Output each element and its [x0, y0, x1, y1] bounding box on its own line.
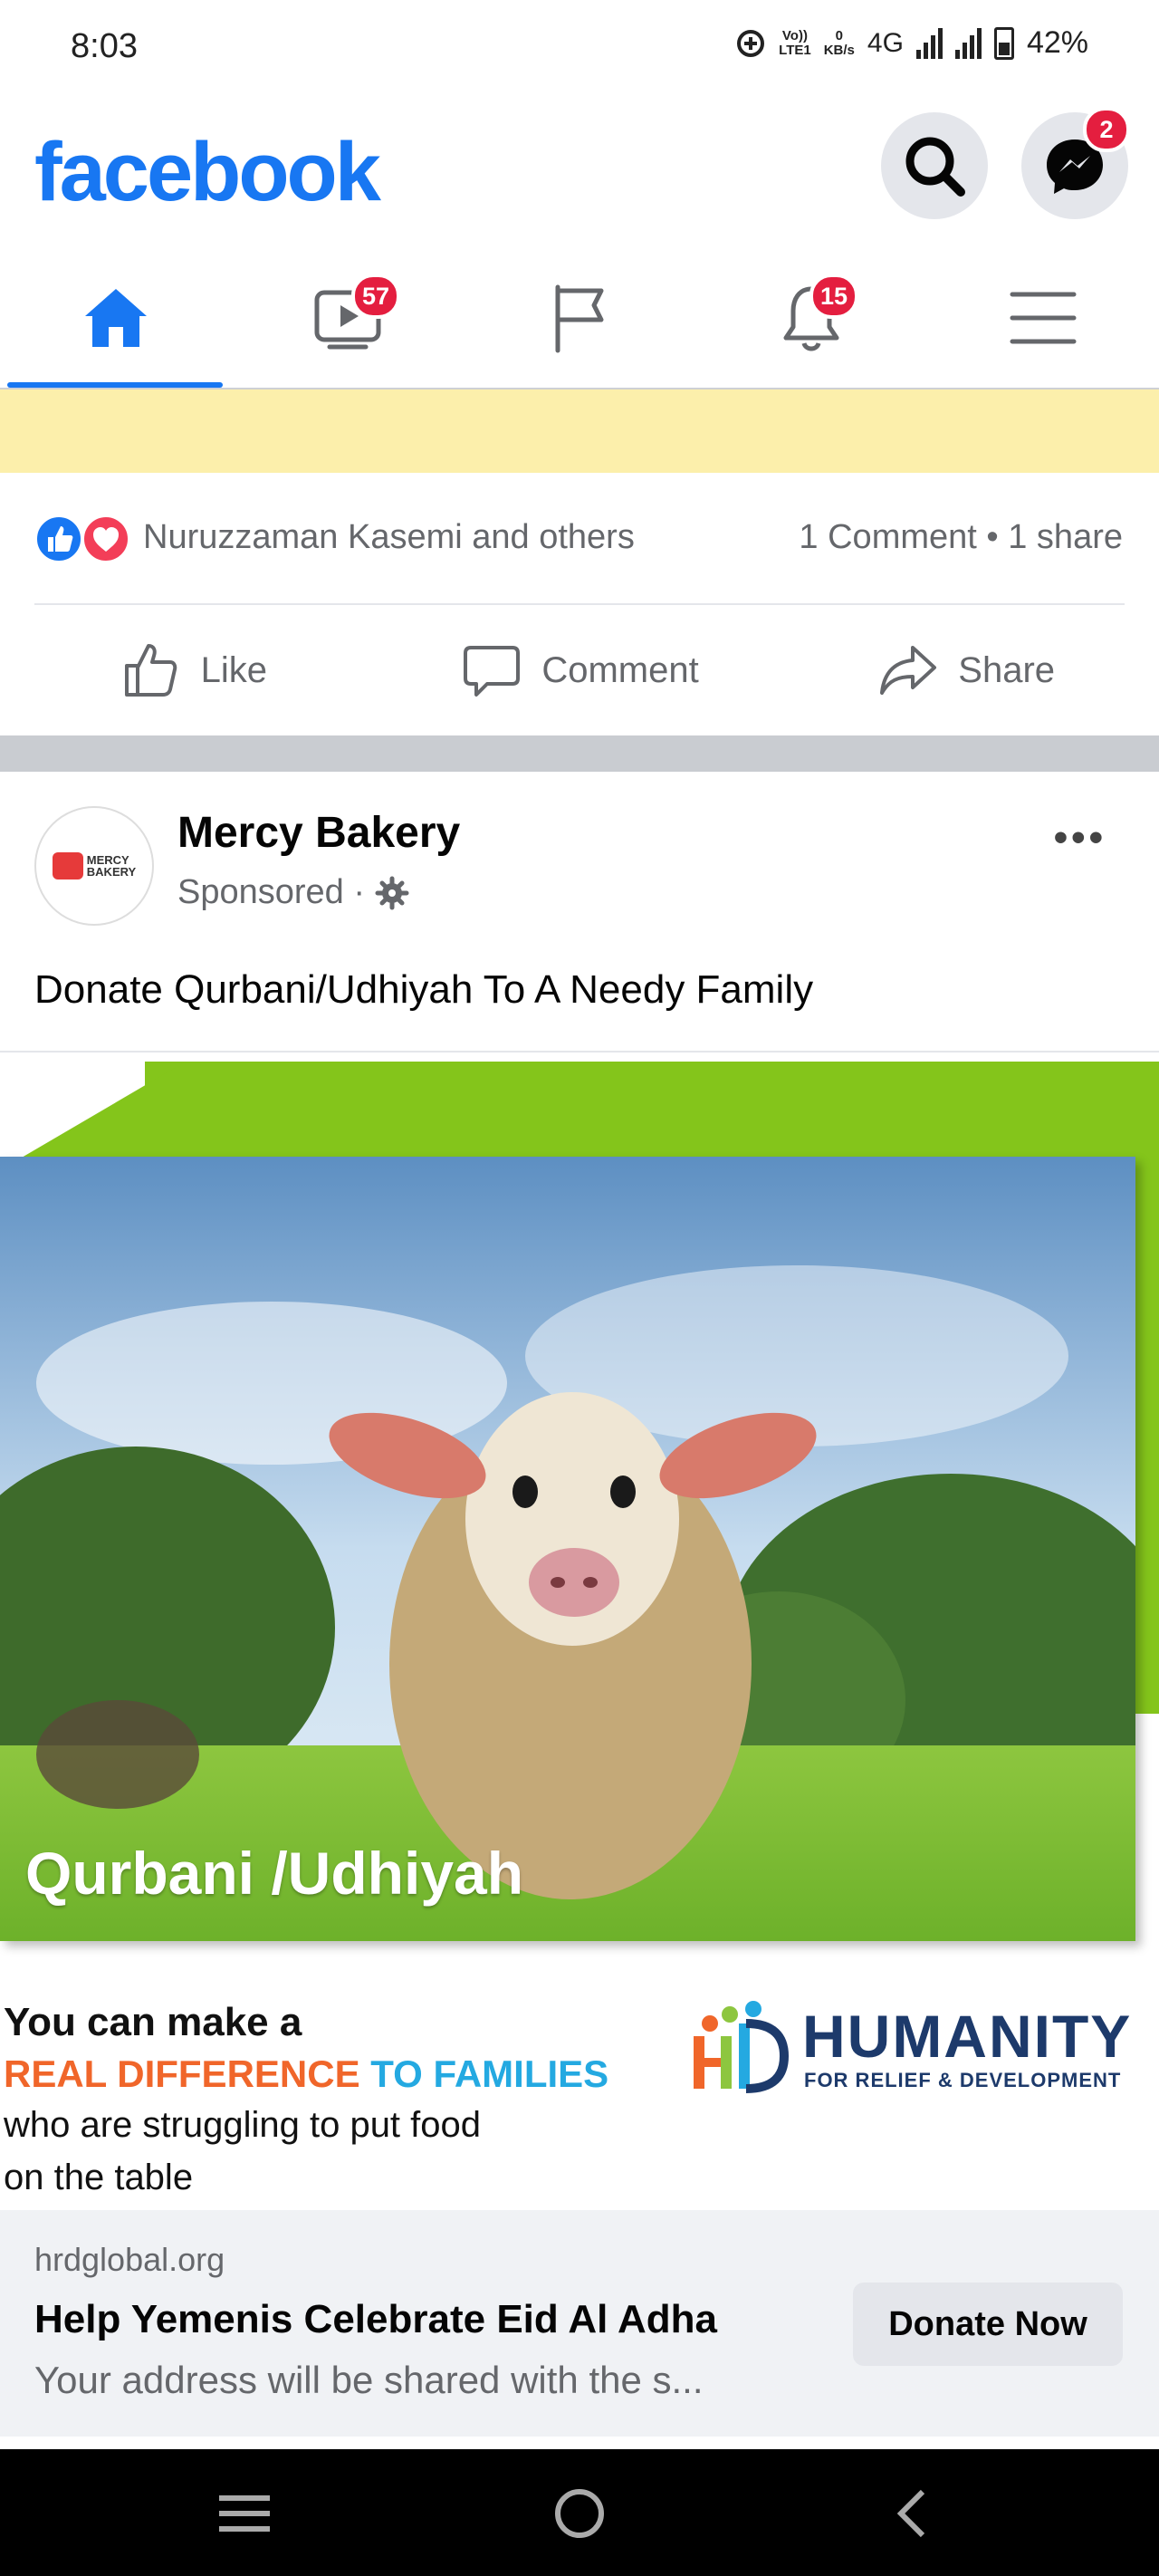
- share-icon: [880, 646, 937, 695]
- data-saver-icon: [737, 29, 765, 57]
- notice-banner: [0, 389, 1159, 473]
- volte-indicator: Vo)) LTE1: [779, 27, 811, 58]
- like-reaction-icon: [34, 514, 83, 563]
- ad-image[interactable]: Qurbani /Udhiyah You can make a REAL DIF…: [0, 1053, 1159, 2210]
- hamburger-icon: [1010, 292, 1077, 344]
- thumbs-up-icon: [124, 644, 177, 697]
- reaction-icons: [34, 513, 134, 565]
- sponsored-post-header: MERCY BAKERY Mercy Bakery Sponsored · ••…: [0, 772, 1159, 935]
- system-nav-bar: [0, 2449, 1159, 2576]
- status-bar: 8:03 Vo)) LTE1 0 KB/s 4G 42%: [0, 0, 1159, 94]
- comment-label: Comment: [541, 649, 699, 690]
- hrd-logo-name: HUMANITY: [802, 2003, 1133, 2070]
- reaction-names[interactable]: Nuruzzaman Kasemi and others: [143, 518, 635, 557]
- page-avatar[interactable]: MERCY BAKERY: [34, 806, 154, 926]
- post-text: Donate Qurbani/Udhiyah To A Needy Family: [34, 967, 814, 1012]
- active-tab-indicator: [7, 382, 223, 388]
- avatar-logo-text: MERCY BAKERY: [86, 853, 137, 879]
- back-arrow-icon: [896, 2489, 925, 2538]
- share-label: Share: [958, 649, 1056, 690]
- flag-icon: [555, 284, 604, 353]
- comment-button[interactable]: Comment: [387, 605, 773, 735]
- love-reaction-icon: [81, 514, 130, 563]
- hrd-mark-icon: [694, 2001, 790, 2093]
- tab-menu[interactable]: [927, 248, 1159, 388]
- link-title: Help Yemenis Celebrate Eid Al Adha: [34, 2297, 717, 2341]
- tab-home[interactable]: [0, 248, 232, 388]
- network-type: 4G: [867, 27, 904, 58]
- notifications-badge: 15: [809, 274, 859, 319]
- share-button[interactable]: Share: [772, 605, 1159, 735]
- hrd-logo: HUMANITY FOR RELIEF & DEVELOPMENT: [686, 1996, 1139, 2105]
- main-tab-bar: 57 15: [0, 248, 1159, 389]
- home-system-button[interactable]: [543, 2482, 616, 2545]
- page-name[interactable]: Mercy Bakery: [177, 808, 460, 858]
- feed-gap: [0, 2437, 1159, 2449]
- home-circle-icon: [555, 2489, 604, 2538]
- messenger-button[interactable]: 2: [1021, 107, 1130, 219]
- ad-tagline-1: You can make a: [4, 2000, 302, 2044]
- ad-tagline-3: who are struggling to put food: [4, 2105, 482, 2145]
- status-icons: Vo)) LTE1 0 KB/s 4G 42%: [735, 25, 1088, 61]
- signal-icon-2: [954, 27, 982, 59]
- app-header: facebook 2: [0, 94, 1159, 248]
- like-button[interactable]: Like: [0, 605, 387, 735]
- recent-apps-icon: [219, 2495, 270, 2532]
- gear-icon: [375, 876, 409, 909]
- heart-logo-icon: [52, 852, 83, 879]
- battery-level: 42%: [1026, 25, 1088, 60]
- post-reactions-row[interactable]: Nuruzzaman Kasemi and others 1 Comment •…: [0, 473, 1159, 605]
- tab-pages[interactable]: [464, 248, 695, 388]
- facebook-logo[interactable]: facebook: [34, 125, 381, 220]
- status-time: 8:03: [71, 27, 138, 65]
- ad-green-corner: [0, 1062, 186, 1170]
- watch-badge: 57: [351, 274, 401, 319]
- tab-notifications[interactable]: 15: [695, 248, 927, 388]
- comment-share-count[interactable]: 1 Comment • 1 share: [799, 518, 1123, 557]
- tab-watch[interactable]: 57: [232, 248, 464, 388]
- post-actions: Like Comment Share: [0, 605, 1159, 735]
- back-button[interactable]: [876, 2482, 949, 2545]
- feed-separator: [0, 735, 1159, 772]
- link-domain: hrdglobal.org: [34, 2241, 225, 2278]
- sponsored-label: Sponsored ·: [177, 873, 410, 912]
- ad-caption: Qurbani /Udhiyah: [25, 1840, 524, 1907]
- network-speed: 0 KB/s: [823, 27, 855, 58]
- ad-tagline-2: REAL DIFFERENCE TO FAMILIES: [4, 2052, 609, 2095]
- hrd-logo-sub: FOR RELIEF & DEVELOPMENT: [804, 2069, 1122, 2091]
- home-icon: [85, 289, 147, 347]
- recent-apps-button[interactable]: [208, 2482, 281, 2545]
- search-button[interactable]: [881, 112, 988, 219]
- like-label: Like: [200, 649, 268, 690]
- sheep-photo: [0, 1157, 1135, 1941]
- messenger-badge: 2: [1083, 107, 1130, 152]
- battery-icon: [993, 26, 1014, 60]
- link-preview[interactable]: hrdglobal.org Help Yemenis Celebrate Eid…: [0, 2210, 1159, 2437]
- signal-icon: [915, 27, 943, 59]
- comment-icon: [464, 646, 521, 697]
- donate-now-button[interactable]: Donate Now: [853, 2283, 1123, 2366]
- search-icon: [905, 137, 965, 197]
- ad-tagline-4: on the table: [4, 2158, 194, 2197]
- link-description: Your address will be shared with the s..…: [34, 2359, 704, 2401]
- more-options-icon[interactable]: •••: [1054, 815, 1106, 860]
